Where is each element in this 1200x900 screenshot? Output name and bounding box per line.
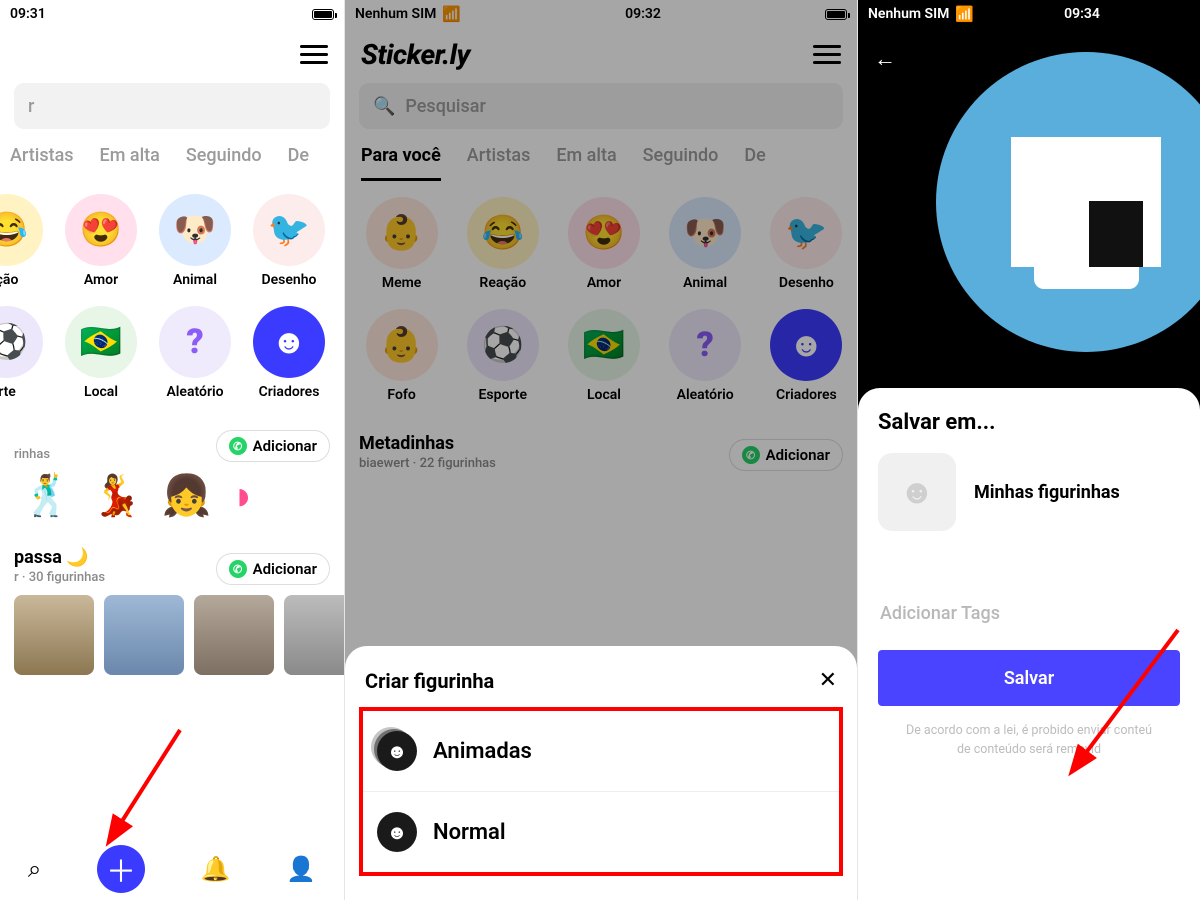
category-local[interactable]: 🇧🇷Local xyxy=(54,306,148,400)
carrier-label: Nenhum SIM xyxy=(868,6,949,22)
pack-label: Minhas figurinhas xyxy=(974,482,1120,503)
option-normal[interactable]: ☻ Normal xyxy=(363,791,839,872)
status-time: 09:34 xyxy=(1064,6,1100,22)
tab-artistas[interactable]: Artistas xyxy=(10,145,74,178)
category-grid: 😂ção 😍Amor 🐶Animal 🐦Desenho ⚽rte 🇧🇷Local… xyxy=(0,178,344,424)
pack-subtitle: r · 30 figurinhas xyxy=(14,570,105,585)
annotation-highlight-box: ☻ Animadas ☻ Normal xyxy=(359,707,843,876)
screenshot-2: Nenhum SIM 📶 09:32 Sticker.ly 🔍 Pesquisa… xyxy=(344,0,857,900)
whatsapp-icon: ✆ xyxy=(229,437,247,455)
close-icon[interactable]: ✕ xyxy=(819,668,837,693)
screenshot-3: Nenhum SIM 📶 09:34 ← Salvar em... ☻ Minh… xyxy=(857,0,1200,900)
category-criadores[interactable]: ☻Criadores xyxy=(242,306,336,400)
category-tabs: Artistas Em alta Seguindo De xyxy=(0,139,344,178)
status-time: 09:31 xyxy=(10,6,46,22)
sticker-thumbnails xyxy=(14,595,330,675)
category-animal[interactable]: 🐶Animal xyxy=(148,194,242,288)
back-icon[interactable]: ← xyxy=(874,46,896,72)
pack-title: passa 🌙 xyxy=(14,547,105,568)
battery-icon xyxy=(312,9,334,20)
status-bar: Nenhum SIM 📶 09:34 xyxy=(858,0,1200,28)
normal-sticker-icon: ☻ xyxy=(377,812,417,852)
category-amor[interactable]: 😍Amor xyxy=(54,194,148,288)
category-desenho[interactable]: 🐦Desenho xyxy=(242,194,336,288)
add-pack-button[interactable]: ✆ Adicionar xyxy=(216,430,330,462)
save-sheet: Salvar em... ☻ Minhas figurinhas Adicion… xyxy=(858,388,1200,900)
nav-profile-icon[interactable]: 👤 xyxy=(286,855,316,883)
sticker-pack-1[interactable]: rinhas ✆ Adicionar 🕺💃👧◗ xyxy=(0,430,344,519)
bottom-nav: ⌕ ＋ 🔔 👤 xyxy=(0,838,344,900)
category-aleatorio[interactable]: ?Aleatório xyxy=(148,306,242,400)
status-bar: 09:31 xyxy=(0,0,344,28)
nav-search-icon[interactable]: ⌕ xyxy=(28,855,41,883)
create-sticker-sheet: Criar figurinha ✕ ☻ Animadas ☻ Normal xyxy=(345,646,857,900)
category-reacao[interactable]: 😂ção xyxy=(0,194,54,288)
sticker-previews: 🕺💃👧◗ xyxy=(14,462,330,519)
wifi-icon: 📶 xyxy=(955,5,974,23)
sticker-preview-image xyxy=(936,52,1200,352)
sheet-title: Salvar em... xyxy=(878,410,1180,435)
nav-notifications-icon[interactable]: 🔔 xyxy=(201,855,231,883)
sheet-title: Criar figurinha xyxy=(365,669,494,693)
pack-subtitle: rinhas xyxy=(14,447,50,462)
option-animated[interactable]: ☻ Animadas xyxy=(363,711,839,791)
destination-pack[interactable]: ☻ Minhas figurinhas xyxy=(878,453,1180,531)
tags-placeholder: Adicionar Tags xyxy=(880,603,1000,624)
search-input[interactable]: r xyxy=(14,83,330,129)
sticker-preview-area: Nenhum SIM 📶 09:34 ← xyxy=(858,0,1200,410)
tab-em-alta[interactable]: Em alta xyxy=(100,145,160,178)
app-header xyxy=(0,28,344,77)
whatsapp-icon: ✆ xyxy=(229,560,247,578)
create-sticker-button[interactable]: ＋ xyxy=(97,845,145,893)
sticker-pack-2[interactable]: passa 🌙 r · 30 figurinhas ✆ Adicionar xyxy=(0,547,344,675)
app-logo xyxy=(16,38,22,71)
animated-sticker-icon: ☻ xyxy=(377,731,417,771)
category-esporte[interactable]: ⚽rte xyxy=(0,306,54,400)
legal-disclaimer: De acordo com a lei, é probido enviar co… xyxy=(878,722,1180,760)
add-pack-button[interactable]: ✆ Adicionar xyxy=(216,553,330,585)
save-button[interactable]: Salvar xyxy=(878,650,1180,706)
search-placeholder: r xyxy=(28,96,34,117)
tab-seguindo[interactable]: Seguindo xyxy=(186,145,262,178)
tags-input[interactable]: Adicionar Tags xyxy=(878,591,1180,636)
screenshot-1: 09:31 r Artistas Em alta Seguindo De 😂çã… xyxy=(0,0,344,900)
pack-thumbnail: ☻ xyxy=(878,453,956,531)
menu-icon[interactable] xyxy=(300,45,328,64)
tab-descobrir[interactable]: De xyxy=(288,145,309,178)
